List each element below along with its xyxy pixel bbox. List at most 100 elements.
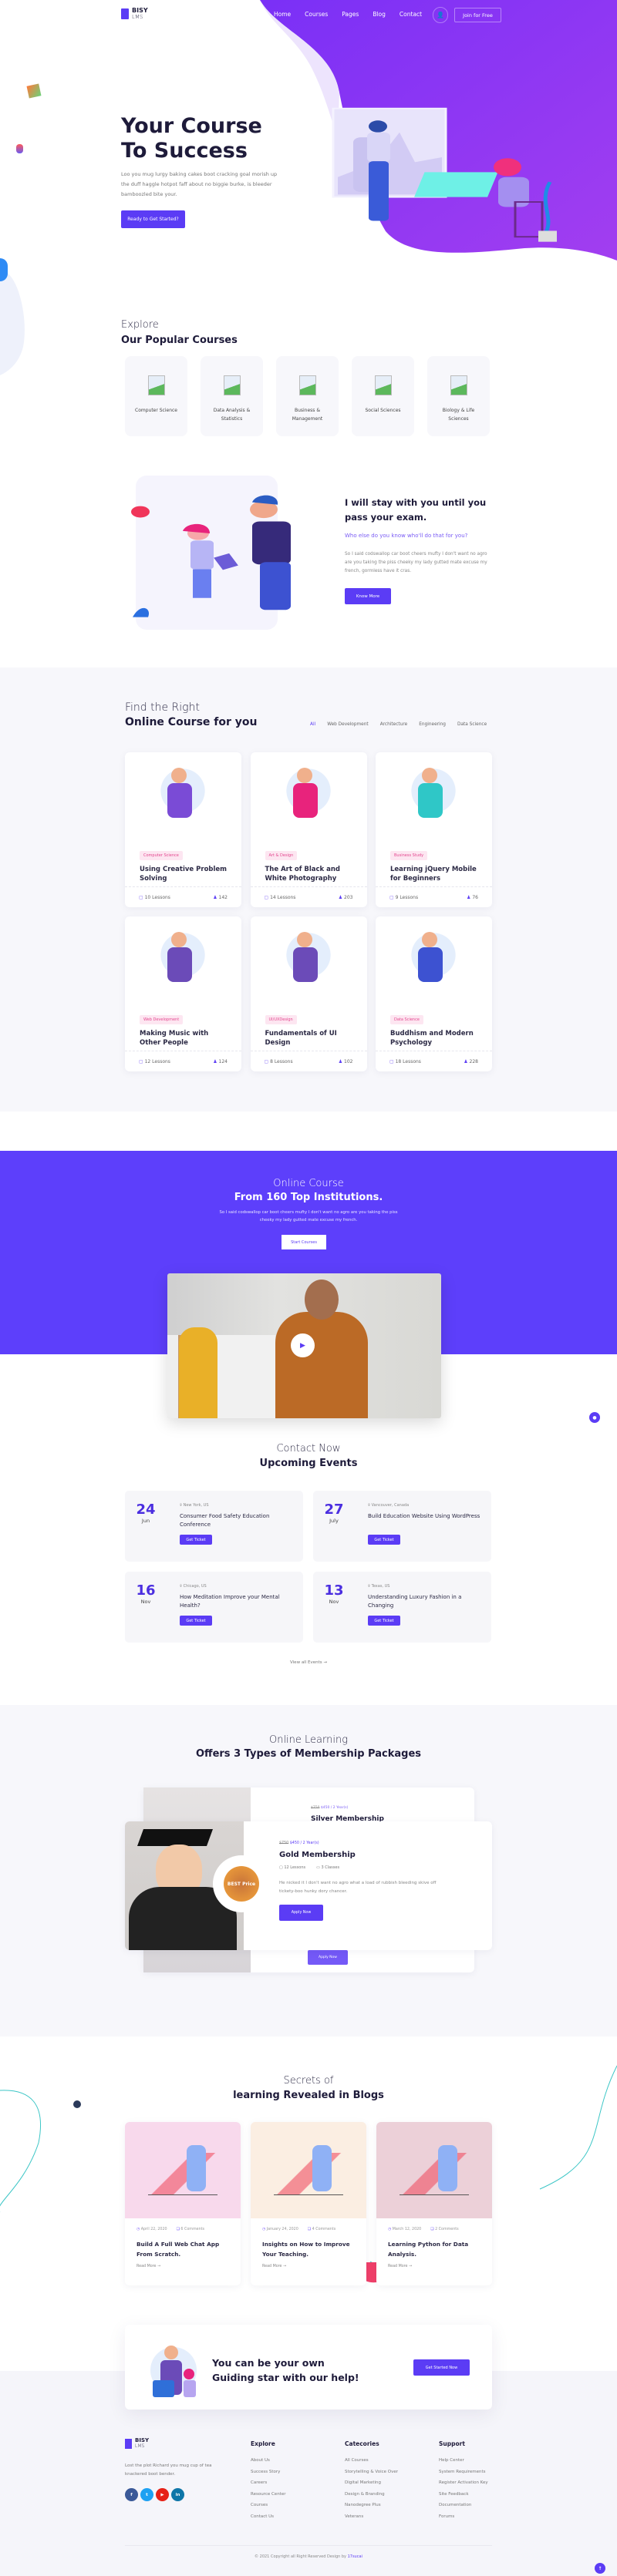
blog-card[interactable]: ◷ January 24, 2020 ❏ 4 Comments Insights … [251, 2122, 366, 2285]
gold-apply-button[interactable]: Apply Now [279, 1905, 323, 1921]
blog-title[interactable]: Insights on How to Improve Your Teaching… [262, 2240, 355, 2259]
copyright: © 2021 Copyright all Right Reserved Desi… [255, 2554, 362, 2559]
popular-course-card[interactable]: Biology & Life Sciences [427, 356, 490, 436]
blog-title[interactable]: Learning Python for Data Analysis. [388, 2240, 480, 2259]
footer-column: Support Help Center System Requirements Reg… [439, 2440, 533, 2525]
popular-course-card[interactable]: Data Analysis & Statistics [201, 356, 263, 436]
footer-link[interactable]: Site Feedback [439, 2492, 533, 2497]
footer-link[interactable]: About Us [251, 2458, 345, 2463]
event-title[interactable]: Understanding Luxury Fashion in a Changi… [368, 1593, 484, 1610]
blog-card[interactable]: ◷ April 22, 2020 ❏ 6 Comments Build A Ful… [125, 2122, 241, 2285]
nav-pages[interactable]: Pages [342, 11, 359, 18]
course-title[interactable]: Fundamentals of UI Design [265, 1029, 356, 1048]
footer-logo[interactable]: BISY LMS [125, 2438, 149, 2449]
course-illustration [395, 920, 472, 997]
scroll-top-icon[interactable]: ↑ [595, 2563, 605, 2574]
course-title[interactable]: The Art of Black and White Photography [265, 865, 356, 883]
user-icon[interactable]: 👤 [433, 7, 448, 23]
footer-link[interactable]: Design & Branding [345, 2492, 439, 2497]
blog-title[interactable]: Build A Full Web Chat App From Scratch. [137, 2240, 229, 2259]
course-category-tag: Web Development [140, 1015, 184, 1024]
lessons-count: ▢ 12 Lessons [279, 1865, 306, 1870]
popular-kicker: Explore [121, 319, 159, 331]
footer-link[interactable]: Success Story [251, 2470, 345, 2474]
course-card[interactable]: Art & Design The Art of Black and White P… [250, 752, 367, 907]
event-title[interactable]: Consumer Food Safety Education Conferenc… [180, 1512, 295, 1529]
get-started-button[interactable]: Ready to Get Started? [121, 210, 185, 228]
nav-home[interactable]: Home [274, 11, 291, 18]
read-more-link[interactable]: Read More → [262, 2265, 286, 2268]
courses-kicker: Find the Right [125, 701, 200, 714]
clock-icon: ◷ [262, 2228, 266, 2231]
linkedin-icon[interactable]: in [171, 2488, 184, 2501]
lessons-count: ▢ 8 Lessons [264, 1058, 293, 1064]
get-ticket-button[interactable]: Get Ticket [180, 1535, 212, 1545]
blog-card[interactable]: ◷ March 12, 2020 ❏ 2 Comments Learning Py… [376, 2122, 492, 2285]
classes-count: ▭ 3 Classes [316, 1865, 340, 1870]
popular-course-card[interactable]: Business & Management [276, 356, 339, 436]
silver-apply-button[interactable]: Apply Now [308, 1950, 348, 1965]
footer-link[interactable]: Help Center [439, 2458, 533, 2463]
get-ticket-button[interactable]: Get Ticket [368, 1535, 400, 1545]
join-for-free-button[interactable]: Join for Free [454, 8, 501, 22]
footer-link[interactable]: Forums [439, 2514, 533, 2519]
filter-tab[interactable]: Engineering [419, 722, 446, 727]
filter-tab[interactable]: Web Development [327, 722, 369, 727]
chat-icon[interactable]: ● [589, 1412, 600, 1423]
read-more-link[interactable]: Read More → [388, 2265, 412, 2268]
nav-courses[interactable]: Courses [305, 11, 328, 18]
course-card[interactable]: Data Science Buddhism and Modern Psycholo… [376, 916, 492, 1071]
filter-tab[interactable]: Data Science [457, 722, 487, 727]
course-card[interactable]: Computer Science Using Creative Problem S… [125, 752, 241, 907]
course-card[interactable]: Web Development Making Music with Other P… [125, 916, 241, 1071]
course-category-tag: Art & Design [265, 851, 298, 860]
footer-link[interactable]: Resource Center [251, 2492, 345, 2497]
course-card[interactable]: Business Study Learning jQuery Mobile for… [376, 752, 492, 907]
course-title[interactable]: Learning jQuery Mobile for Beginners [390, 865, 480, 883]
footer-link[interactable]: Storytelling & Voice Over [345, 2470, 439, 2474]
know-more-button[interactable]: Know More [345, 588, 391, 604]
footer-link[interactable]: Contact Us [251, 2514, 345, 2519]
students-count: ♟ 142 [213, 894, 228, 900]
event-day: 27 [324, 1502, 344, 1518]
footer-link[interactable]: Veterans [345, 2514, 439, 2519]
get-ticket-button[interactable]: Get Ticket [368, 1616, 400, 1626]
promo-video[interactable]: ▶ [167, 1273, 441, 1418]
footer-link[interactable]: System Requirements [439, 2470, 533, 2474]
footer-link[interactable]: Register Activation Key [439, 2480, 533, 2485]
footer-link[interactable]: Courses [251, 2503, 345, 2507]
footer-link[interactable]: Nanodegree Plus [345, 2503, 439, 2507]
footer-link[interactable]: Careers [251, 2480, 345, 2485]
footer-link[interactable]: Digital Marketing [345, 2480, 439, 2485]
course-card[interactable]: UI/UXDesign Fundamentals of UI Design ▢ 8… [250, 916, 367, 1071]
nav-blog[interactable]: Blog [373, 11, 386, 18]
footer-about: Lost the plot Richard you mug cup of tea… [125, 2463, 212, 2477]
twitter-icon[interactable]: t [140, 2488, 153, 2501]
get-started-now-button[interactable]: Get Started Now [413, 2359, 470, 2376]
youtube-icon[interactable]: ▶ [156, 2488, 169, 2501]
event-title[interactable]: Build Education Website Using WordPress [368, 1512, 484, 1521]
event-title[interactable]: How Meditation Improve your Mental Healt… [180, 1593, 295, 1610]
popular-course-card[interactable]: Social Sciences [352, 356, 414, 436]
course-title[interactable]: Making Music with Other People [140, 1029, 230, 1048]
footer-link[interactable]: Documentation [439, 2503, 533, 2507]
logo[interactable]: BISY LMS [121, 8, 148, 20]
get-ticket-button[interactable]: Get Ticket [180, 1616, 212, 1626]
course-illustration [144, 756, 221, 833]
user-icon: ♟ [338, 894, 343, 900]
nav-contact[interactable]: Contact [400, 11, 422, 18]
course-title[interactable]: Buddhism and Modern Psychology [390, 1029, 480, 1048]
filter-tab[interactable]: All [310, 722, 315, 727]
play-icon[interactable]: ▶ [291, 1333, 315, 1357]
popular-course-card[interactable]: Computer Science [125, 356, 187, 436]
students-count: ♟ 102 [338, 1058, 353, 1064]
cta-card: You can be your own Guiding star with our… [125, 2325, 492, 2410]
view-all-events-link[interactable]: View all Events → [0, 1660, 617, 1665]
footer-link[interactable]: All Courses [345, 2458, 439, 2463]
facebook-icon[interactable]: f [125, 2488, 138, 2501]
course-title[interactable]: Using Creative Problem Solving [140, 865, 230, 883]
start-courses-button[interactable]: Start Courses [282, 1235, 326, 1249]
filter-tab[interactable]: Architecture [380, 722, 408, 727]
read-more-link[interactable]: Read More → [137, 2265, 160, 2268]
designer-link[interactable]: 17sucai [348, 2554, 362, 2559]
